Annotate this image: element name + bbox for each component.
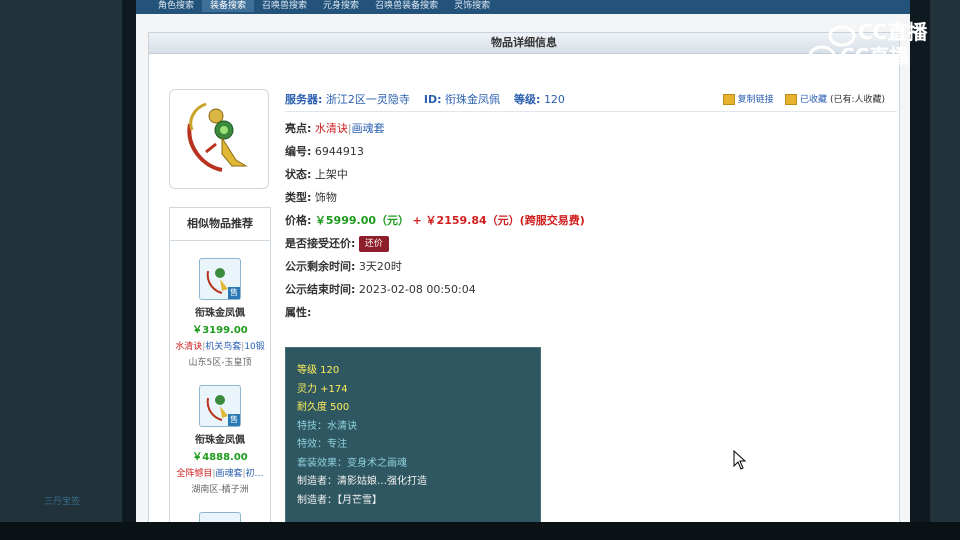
highlight-row: 亮点: 水清诀|画魂套 bbox=[285, 122, 385, 135]
watermark-text: CC直播 bbox=[840, 44, 910, 68]
similar-item-tag: 水清诀 bbox=[175, 342, 203, 352]
similar-items-panel: 相似物品推荐 售 衔珠金凤佩 ￥3199.00 水清诀|机关鸟套|10锻 山东5… bbox=[169, 207, 271, 522]
similar-item-icon[interactable] bbox=[199, 512, 241, 522]
highlight-tag: 画魂套 bbox=[351, 122, 385, 135]
similar-item-tag: 机关鸟套 bbox=[205, 342, 242, 352]
attr-line: 套装效果：变身术之画魂 bbox=[297, 457, 407, 469]
similar-item-name[interactable]: 衔珠金凤佩 bbox=[170, 431, 270, 446]
similar-item-name[interactable]: 衔珠金凤佩 bbox=[170, 304, 270, 319]
similar-item-tags: 水清诀|机关鸟套|10锻 bbox=[175, 342, 265, 352]
attr-line: 制造者：清影姑娘…强化打造 bbox=[297, 476, 427, 487]
sale-badge: 售 bbox=[228, 414, 240, 426]
header-actions: 复制链接 已收藏 (已有:人收藏) bbox=[722, 89, 885, 111]
similar-item-price: ￥4888.00 bbox=[192, 452, 248, 463]
counter-offer-row: 是否接受还价: 还价 bbox=[285, 232, 897, 255]
similar-item-price: ￥3199.00 bbox=[192, 325, 248, 336]
left-edge bbox=[122, 0, 136, 540]
item-header: 服务器: 浙江2区一灵隐寺 ID: 衔珠金凤佩 等级: 120 复制链接 已收藏… bbox=[285, 89, 897, 112]
attributes-row: 属性: bbox=[285, 306, 312, 319]
similar-item-tag: 10锻 bbox=[244, 342, 265, 352]
type-value: 饰物 bbox=[314, 191, 337, 204]
nav-role-search[interactable]: 角色搜索 bbox=[150, 0, 202, 12]
browser-viewport: 角色搜索 装备搜索 召唤兽搜索 元身搜索 召唤兽装备搜索 灵饰搜索 物品详细信息… bbox=[136, 0, 910, 522]
mouse-cursor bbox=[733, 449, 747, 474]
similar-item-icon[interactable]: 售 bbox=[199, 258, 241, 300]
watermark: CC直播 CC直播 bbox=[800, 12, 950, 76]
similar-item-icon[interactable]: 售 bbox=[199, 385, 241, 427]
nav-equipment-search[interactable]: 装备搜索 bbox=[202, 0, 255, 12]
status-row: 状态: 上架中 bbox=[285, 168, 348, 181]
similar-item[interactable]: 售 衔珠金凤佩 ￥4888.00 全阵憾目|画魂套|初… 湖南区-橘子洲 bbox=[170, 368, 270, 495]
link-icon bbox=[722, 94, 735, 105]
bottom-bar bbox=[0, 522, 960, 540]
number-value: 6944913 bbox=[314, 145, 364, 158]
page-title: 物品详细信息 bbox=[149, 33, 899, 54]
pendant-icon bbox=[187, 102, 248, 172]
similar-item-server: 山东5区-玉皇顶 bbox=[188, 358, 252, 368]
similar-item-tag: 全阵憾目 bbox=[176, 469, 213, 479]
similar-item-server: 湖南区-橘子洲 bbox=[191, 485, 249, 495]
nav-body-search[interactable]: 元身搜索 bbox=[315, 0, 367, 12]
cursor-icon bbox=[733, 449, 747, 470]
id-value: 衔珠金凤佩 bbox=[445, 93, 501, 106]
right-edge bbox=[910, 0, 930, 540]
similar-item[interactable] bbox=[170, 495, 270, 522]
server-value: 浙江2区一灵隐寺 bbox=[325, 93, 410, 106]
favorite-count: (已有:人收藏) bbox=[829, 95, 885, 105]
copy-link-button[interactable]: 复制链接 bbox=[722, 94, 774, 105]
item-image bbox=[169, 89, 269, 189]
attr-line: 耐久度 500 bbox=[297, 402, 350, 413]
watermark-text: CC直播 bbox=[858, 20, 928, 44]
level-label: 等级: bbox=[514, 93, 541, 106]
similar-items-title: 相似物品推荐 bbox=[170, 208, 270, 241]
favorite-button[interactable]: 已收藏 bbox=[785, 94, 827, 105]
attr-line: 特技：水清诀 bbox=[297, 420, 357, 432]
left-background: 三丹宝签 bbox=[0, 0, 122, 540]
nav-ornament-search[interactable]: 灵饰搜索 bbox=[446, 0, 498, 12]
detail-panel: 物品详细信息 相似物品推荐 售 衔珠金凤佩 ￥3199.00 水清诀|机关鸟套|… bbox=[148, 32, 900, 522]
attr-line: 灵力 +174 bbox=[297, 383, 348, 395]
sale-badge: 售 bbox=[228, 287, 240, 299]
level-value: 120 bbox=[543, 93, 565, 106]
status-value: 上架中 bbox=[314, 168, 348, 181]
price-value: ￥5999.00（元） bbox=[314, 214, 410, 227]
highlight-tag: 水清诀 bbox=[314, 122, 348, 135]
cross-server-fee: + ￥2159.84（元）(跨服交易费) bbox=[412, 214, 585, 227]
price-row: 价格: ￥5999.00（元） + ￥2159.84（元）(跨服交易费) bbox=[285, 214, 585, 227]
attr-line: 等级 120 bbox=[297, 365, 340, 376]
favorite-icon bbox=[785, 94, 798, 105]
attr-line: 特效：专注 bbox=[297, 439, 347, 450]
id-label: ID: bbox=[423, 93, 442, 106]
type-row: 类型: 饰物 bbox=[285, 191, 337, 204]
number-row: 编号: 6944913 bbox=[285, 145, 364, 158]
attr-line: 制造者：【月芒雪】 bbox=[297, 494, 382, 506]
similar-item[interactable]: 售 衔珠金凤佩 ￥3199.00 水清诀|机关鸟套|10锻 山东5区-玉皇顶 bbox=[170, 241, 270, 368]
attributes-panel: 等级 120 灵力 +174 耐久度 500 特技：水清诀 特效：专注 套装效果… bbox=[285, 347, 541, 522]
nav-pet-equip-search[interactable]: 召唤兽装备搜索 bbox=[367, 0, 446, 12]
right-background bbox=[930, 0, 960, 540]
item-info: 服务器: 浙江2区一灵隐寺 ID: 衔珠金凤佩 等级: 120 复制链接 已收藏… bbox=[285, 89, 897, 522]
counter-offer-button[interactable]: 还价 bbox=[358, 236, 389, 252]
similar-item-tag: 初… bbox=[245, 469, 264, 479]
similar-item-tags: 全阵憾目|画魂套|初… bbox=[176, 469, 264, 479]
similar-item-tag: 画魂套 bbox=[215, 469, 243, 479]
remaining-time-row: 公示剩余时间: 3天20时 bbox=[285, 260, 402, 273]
left-blur-text: 三丹宝签 bbox=[44, 497, 81, 507]
top-nav: 角色搜索 装备搜索 召唤兽搜索 元身搜索 召唤兽装备搜索 灵饰搜索 bbox=[136, 0, 910, 14]
server-label: 服务器: bbox=[285, 93, 323, 106]
end-time-value: 2023-02-08 00:50:04 bbox=[358, 283, 476, 296]
end-time-row: 公示结束时间: 2023-02-08 00:50:04 bbox=[285, 283, 476, 296]
remaining-time-value: 3天20时 bbox=[358, 260, 402, 273]
nav-pet-search[interactable]: 召唤兽搜索 bbox=[254, 0, 315, 12]
